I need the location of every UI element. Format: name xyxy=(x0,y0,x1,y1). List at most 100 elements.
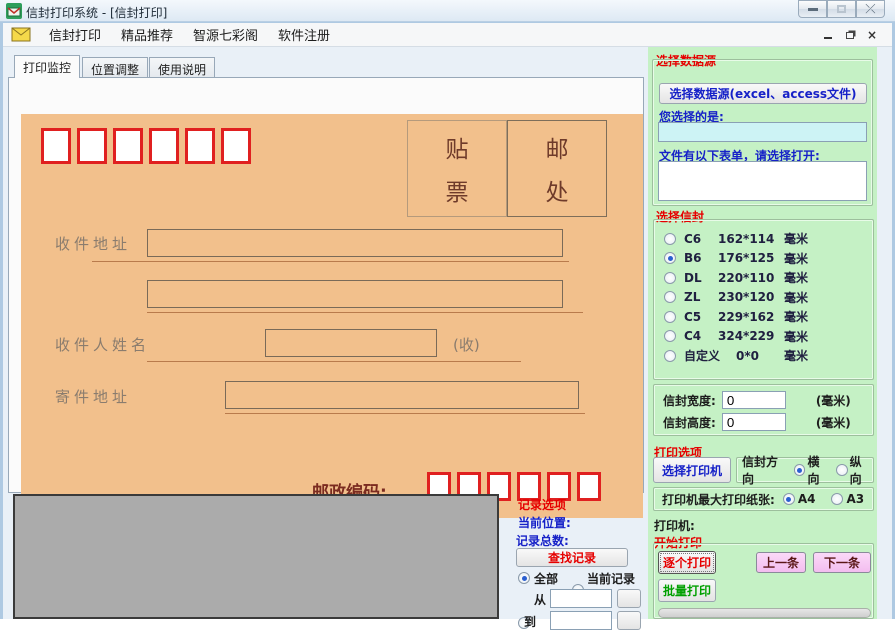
stamp-char: 票 xyxy=(446,173,469,207)
tab-panel: 贴 票 邮 处 收件地址 收件人姓名 xyxy=(8,77,644,493)
title-bar: 信封打印系统 - [信封打印] ⤫ xyxy=(0,0,895,22)
direction-label: 信封方向 xyxy=(742,453,789,487)
envelope-size-option[interactable]: C5 229*162 毫米 xyxy=(664,307,873,327)
height-unit: (毫米) xyxy=(816,414,851,431)
selected-value-field[interactable] xyxy=(658,122,867,142)
sender-address-label: 寄件地址 xyxy=(55,386,131,407)
child-close-icon: × xyxy=(867,28,877,42)
maximize-button[interactable] xyxy=(827,0,856,18)
envelope-size-option[interactable]: B6 176*125 毫米 xyxy=(664,249,873,269)
menu-item-register[interactable]: 软件注册 xyxy=(268,21,340,48)
menu-item-recommend[interactable]: 精品推荐 xyxy=(111,21,183,48)
tab-print-monitor[interactable]: 打印监控 xyxy=(14,55,80,78)
menu-bar: 信封打印 精品推荐 智源七彩阁 软件注册 × xyxy=(3,23,892,47)
radio-all[interactable] xyxy=(518,572,530,584)
radio-dl[interactable] xyxy=(664,272,676,284)
postal-box xyxy=(149,128,179,164)
radio-custom[interactable] xyxy=(664,350,676,362)
child-restore-button[interactable] xyxy=(842,28,858,42)
a4-label: A4 xyxy=(798,492,816,506)
width-input[interactable] xyxy=(722,391,786,409)
envelope-size-option[interactable]: 自定义 0*0 毫米 xyxy=(664,346,873,366)
batch-print-button[interactable]: 批量打印 xyxy=(658,579,716,602)
record-options-title: 记录选项 xyxy=(518,496,566,513)
window-title: 信封打印系统 - [信封打印] xyxy=(26,4,167,21)
direction-group: 信封方向 横向 纵向 xyxy=(736,457,874,483)
tab-position-adjust[interactable]: 位置调整 xyxy=(82,57,148,78)
close-icon: ⤫ xyxy=(865,2,875,17)
recipient-name-input[interactable] xyxy=(265,329,437,357)
address-underline xyxy=(147,312,583,313)
minimize-icon xyxy=(808,8,818,11)
paper-label: 打印机最大打印纸张: xyxy=(662,491,775,508)
width-unit: (毫米) xyxy=(816,392,851,409)
previous-button[interactable]: 上一条 xyxy=(756,552,806,573)
menu-item-zhiyuan[interactable]: 智源七彩阁 xyxy=(183,21,268,48)
to-input[interactable] xyxy=(550,611,612,630)
radio-portrait[interactable] xyxy=(836,464,848,476)
height-label: 信封高度: xyxy=(663,414,716,431)
client-area: 打印监控 位置调整 使用说明 贴 票 xyxy=(3,47,892,619)
app-window: 信封打印系统 - [信封打印] ⤫ 信封打印 精品推荐 智源七彩阁 软件注册 ×… xyxy=(0,0,895,619)
child-close-button[interactable]: × xyxy=(864,28,880,42)
sheets-listbox[interactable] xyxy=(658,161,867,201)
envelope-size-option[interactable]: C6 162*114 毫米 xyxy=(664,229,873,249)
current-position-label: 当前位置: xyxy=(518,514,571,531)
envelope-preview: 贴 票 邮 处 收件地址 收件人姓名 xyxy=(21,114,643,518)
landscape-label: 横向 xyxy=(807,453,830,487)
record-preview-panel xyxy=(13,494,499,619)
radio-c4[interactable] xyxy=(664,330,676,342)
radio-c6[interactable] xyxy=(664,233,676,245)
radio-c5[interactable] xyxy=(664,311,676,323)
envelope-size-option[interactable]: DL 220*110 毫米 xyxy=(664,268,873,288)
postal-box xyxy=(185,128,215,164)
envelope-size-list: C6 162*114 毫米 B6 176*125 毫米 DL 220*110 毫… xyxy=(653,219,874,380)
height-input[interactable] xyxy=(722,413,786,431)
recipient-name-label: 收件人姓名 xyxy=(55,334,150,355)
recipient-address-input-2[interactable] xyxy=(147,280,563,308)
radio-b6[interactable] xyxy=(664,252,676,264)
from-spinner-button[interactable] xyxy=(617,589,641,608)
postal-box xyxy=(77,128,107,164)
custom-size-group: 信封宽度: (毫米) 信封高度: (毫米) xyxy=(653,384,874,436)
child-minimize-button[interactable] xyxy=(820,28,836,42)
to-spinner-button[interactable] xyxy=(617,611,641,630)
paper-group: 打印机最大打印纸张: A4 A3 xyxy=(653,487,874,511)
print-one-by-one-button[interactable]: 逐个打印 xyxy=(658,551,716,574)
from-label: 从 xyxy=(534,591,546,608)
radio-zl[interactable] xyxy=(664,291,676,303)
postal-box xyxy=(113,128,143,164)
postal-code-boxes-top xyxy=(41,128,251,164)
stamp-char: 邮 xyxy=(546,130,569,164)
radio-a3[interactable] xyxy=(831,493,843,505)
stamp-box-left: 贴 票 xyxy=(407,120,507,217)
name-underline xyxy=(147,361,521,362)
select-data-source-button[interactable]: 选择数据源(excel、access文件) xyxy=(659,83,867,104)
postal-box xyxy=(221,128,251,164)
select-printer-button[interactable]: 选择打印机 xyxy=(653,457,731,483)
minimize-button[interactable] xyxy=(798,0,827,18)
progress-bar xyxy=(658,608,871,618)
postal-box xyxy=(41,128,71,164)
envelope-size-option[interactable]: C4 324*229 毫米 xyxy=(664,327,873,347)
radio-landscape[interactable] xyxy=(794,464,806,476)
close-button[interactable]: ⤫ xyxy=(856,0,885,18)
total-records-label: 记录总数: xyxy=(516,532,569,549)
menu-item-envelope-print[interactable]: 信封打印 xyxy=(39,21,111,48)
stamp-char: 处 xyxy=(546,173,569,207)
radio-current-record-label: 当前记录 xyxy=(587,570,635,587)
next-button[interactable]: 下一条 xyxy=(813,552,871,573)
recipient-tag: (收) xyxy=(453,334,480,355)
a3-label: A3 xyxy=(846,492,864,506)
child-restore-icon xyxy=(846,32,854,39)
tab-instructions[interactable]: 使用说明 xyxy=(149,57,215,78)
radio-a4[interactable] xyxy=(783,493,795,505)
from-input[interactable] xyxy=(550,589,612,608)
envelope-menu-icon xyxy=(11,27,31,42)
to-label: 到 xyxy=(524,613,536,630)
sender-address-input[interactable] xyxy=(225,381,579,409)
recipient-address-input-1[interactable] xyxy=(147,229,563,257)
sender-underline xyxy=(225,413,585,414)
envelope-size-option[interactable]: ZL 230*120 毫米 xyxy=(664,288,873,308)
find-records-button[interactable]: 查找记录 xyxy=(516,548,628,567)
